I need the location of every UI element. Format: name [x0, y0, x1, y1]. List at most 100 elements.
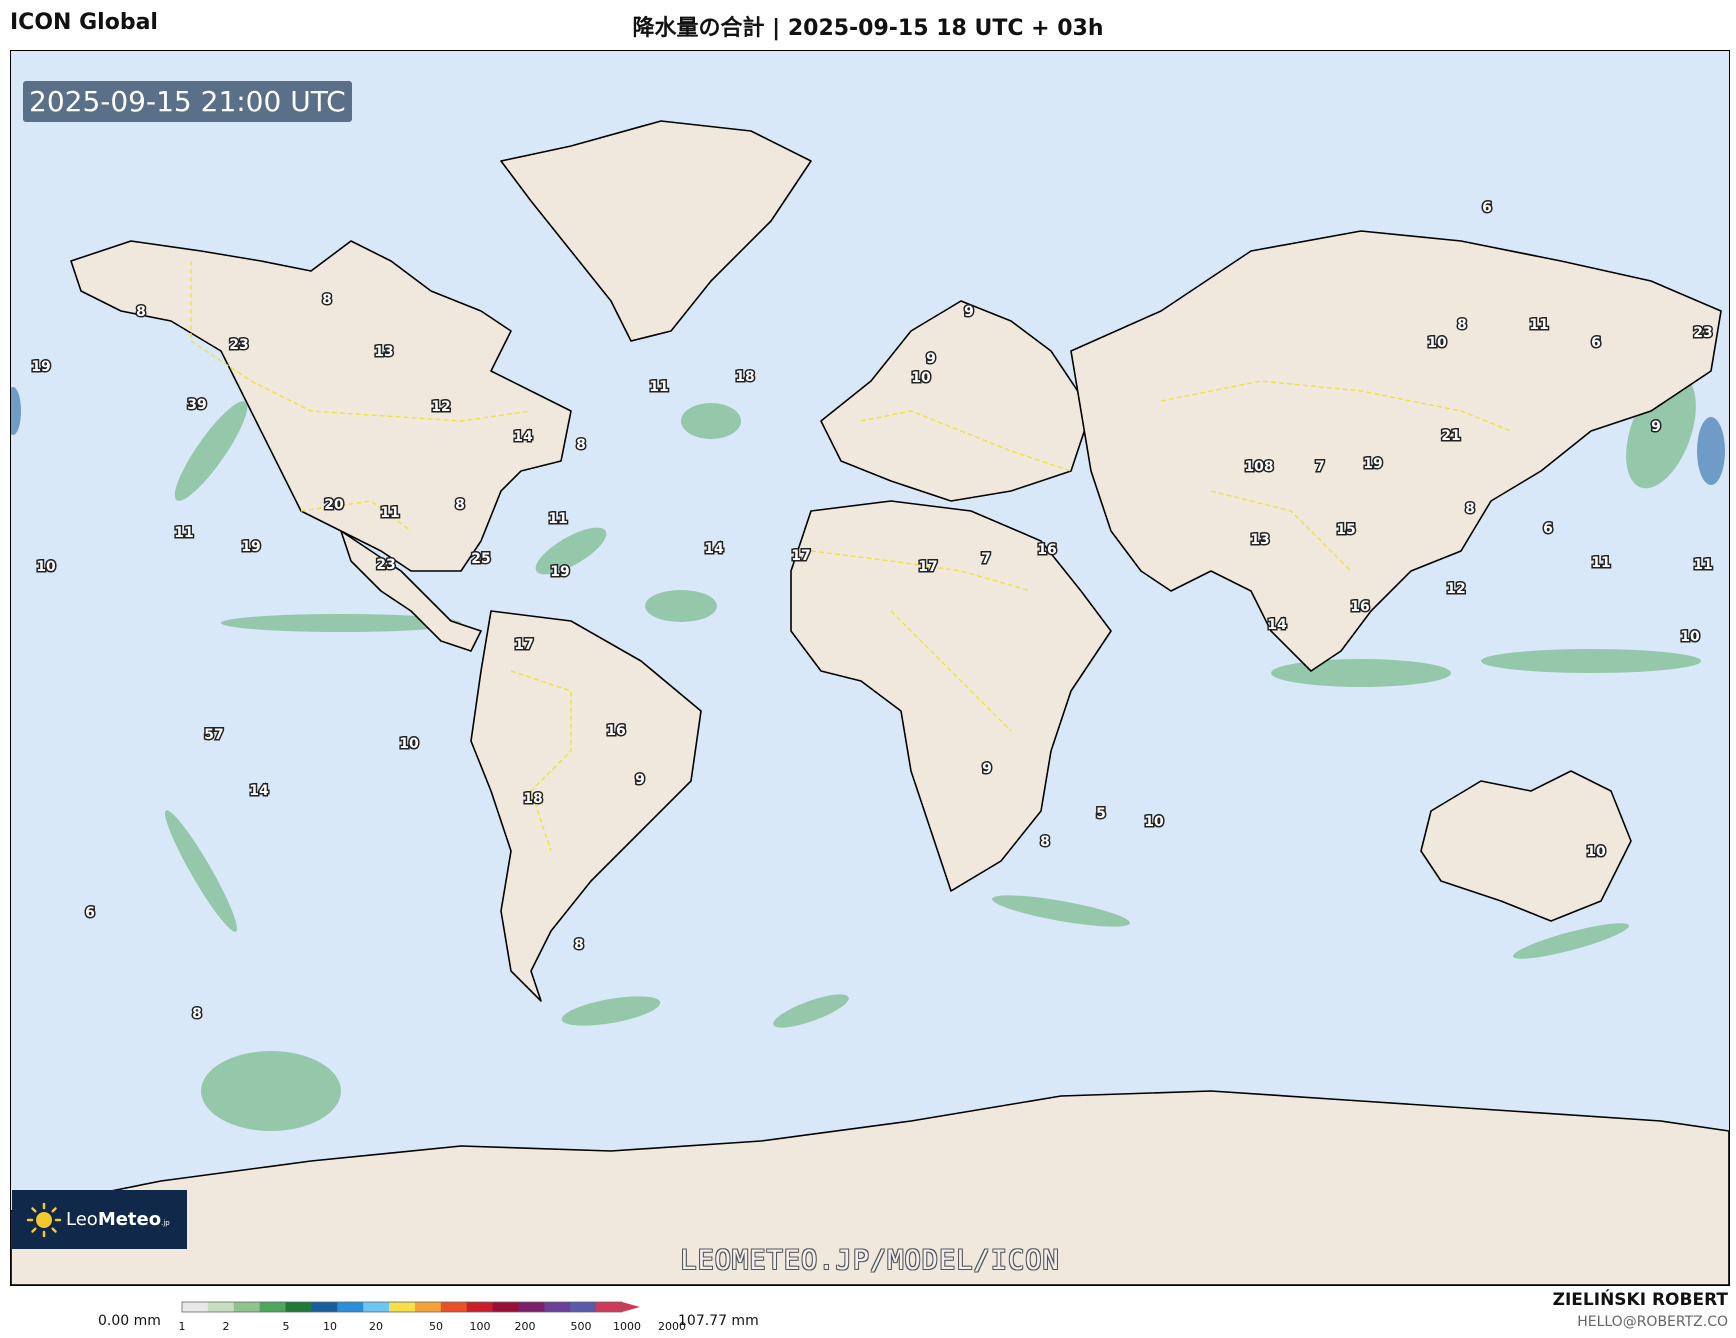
precip-value-label: 14: [1267, 617, 1287, 633]
colorbar-segment: [492, 1302, 519, 1312]
colorbar-tick-label: 500: [571, 1320, 592, 1333]
precip-value-label: 8: [455, 497, 465, 513]
precip-value-label: 11: [649, 379, 668, 395]
precip-value-label: 11: [548, 511, 567, 527]
precip-value-label: 12: [1446, 581, 1465, 597]
colorbar-segment: [207, 1302, 235, 1312]
colorbar-tick-label: 2: [223, 1320, 230, 1333]
precip-value-label: 12: [431, 399, 450, 415]
precip-value-label: 16: [1350, 599, 1369, 615]
precip-value-label: 11: [1693, 557, 1712, 573]
sun-icon: [26, 1202, 62, 1237]
precip-value-label: 9: [926, 351, 936, 367]
colorbar-extend-arrow: [622, 1302, 640, 1312]
precip-value-label: 8: [576, 437, 586, 453]
colorbar-segment: [311, 1302, 338, 1312]
colorbar-tick-label: 1: [179, 1320, 186, 1333]
colorbar-segment: [544, 1302, 571, 1312]
site-watermark: LEOMETEO.JP/MODEL/ICON: [680, 1245, 1060, 1276]
precip-value-label: 6: [85, 905, 95, 921]
precip-value-label: 10: [1586, 844, 1606, 860]
precip-value-label: 8: [136, 304, 146, 320]
colorbar-segment: [233, 1302, 261, 1312]
precip-value-label: 10: [1680, 629, 1700, 645]
colorbar-tick-label: 10: [323, 1320, 337, 1333]
precip-value-label: 8: [1465, 501, 1475, 517]
colorbar-segment: [363, 1302, 390, 1312]
precipitation-map[interactable]: 19 8 23 8 13 39 12 14 11 18 8 20 11 8 11 11 19 10 23 25 19 14…: [11, 51, 1729, 1285]
precip-value-label: 10: [36, 559, 56, 575]
precip-value-label: 25: [471, 551, 490, 567]
logo-wordmark: LeoMeteo.jp: [66, 1209, 170, 1230]
precip-value-label: 13: [374, 344, 393, 360]
precip-value-label: 11: [1591, 555, 1610, 571]
colorbar-segment: [389, 1302, 416, 1312]
map-title: 降水量の合計 | 2025-09-15 18 UTC + 03h: [632, 16, 1104, 41]
precip-value-label: 9: [982, 761, 992, 777]
colorbar-tick-label: 200: [515, 1320, 536, 1333]
precip-value-label: 23: [1693, 325, 1712, 341]
colorbar-segment: [337, 1302, 364, 1312]
colorbar-segment: [414, 1302, 442, 1312]
precip-value-label: 16: [606, 723, 625, 739]
precip-value-label: 7: [981, 551, 991, 567]
precip-value-label: 9: [1651, 419, 1661, 435]
precip-value-label: 11: [380, 505, 399, 521]
colorbar-tick-label: 20: [369, 1320, 383, 1333]
precip-value-label: 11: [1529, 317, 1548, 333]
precip-value-label: 19: [1363, 456, 1382, 472]
precip-value-label: 8: [322, 292, 332, 308]
precip-value-label: 18: [735, 369, 754, 385]
colorbar-segment: [182, 1302, 209, 1312]
colorbar-tick-label: 100: [470, 1320, 491, 1333]
leometeo-logo[interactable]: LeoMeteo.jp: [12, 1190, 187, 1249]
precip-value-label: 17: [514, 637, 533, 653]
precip-value-label: 8: [1040, 834, 1050, 850]
precip-value-label: 16: [1037, 542, 1056, 558]
precip-value-label: 10: [1144, 814, 1164, 830]
precip-value-label: 6: [1543, 521, 1553, 537]
precip-value-label: 5: [1096, 806, 1106, 822]
precip-value-label: 13: [1250, 532, 1269, 548]
precip-value-label: 19: [31, 359, 50, 375]
precip-value-label: 20: [324, 497, 344, 513]
precip-value-label: 9: [635, 772, 645, 788]
colorbar-segment: [570, 1302, 597, 1312]
precip-value-label: 23: [229, 337, 248, 353]
precip-value-label: 10: [911, 370, 931, 386]
precip-value-label: 18: [523, 791, 542, 807]
precip-value-label: 17: [791, 548, 810, 564]
legend-min-label: 0.00 mm: [98, 1313, 161, 1329]
precip-value-label: 57: [204, 727, 223, 743]
author-email[interactable]: HELLO@ROBERTZ.CO: [1577, 1314, 1728, 1330]
precip-value-label: 14: [249, 783, 269, 799]
precip-value-label: 8: [574, 937, 584, 953]
colorbar-segment: [596, 1302, 623, 1312]
map-panel[interactable]: 19 8 23 8 13 39 12 14 11 18 8 20 11 8 11 11 19 10 23 25 19 14…: [10, 50, 1730, 1286]
precip-value-label: 15: [1336, 522, 1355, 538]
precip-value-label: 14: [704, 541, 724, 557]
author-name: ZIELIŃSKI ROBERT: [1552, 1290, 1728, 1310]
colorbar-tick-label: 5: [283, 1320, 290, 1333]
precip-colorbar: 1 2 5 10 20 50 100 200 500 1000 2000: [179, 1301, 686, 1333]
colorbar-segment: [440, 1302, 468, 1312]
colorbar-tick-label: 1000: [613, 1320, 641, 1333]
precip-value-label: 19: [241, 539, 260, 555]
colorbar-segment: [259, 1302, 287, 1312]
precip-value-label: 17: [918, 559, 937, 575]
precip-value-label: 10: [1427, 335, 1447, 351]
colorbar-segment: [285, 1302, 312, 1312]
precip-value-label: 9: [964, 304, 974, 320]
precip-value-label: 21: [1441, 428, 1460, 444]
legend-max-label: 107.77 mm: [678, 1313, 759, 1329]
precip-value-label: 8: [192, 1006, 202, 1022]
precip-value-label: 14: [513, 429, 533, 445]
colorbar-segment: [518, 1302, 545, 1312]
precip-value-label: 10: [399, 736, 419, 752]
precip-value-label: 8: [1457, 317, 1467, 333]
colorbar-tick-label: 50: [429, 1320, 443, 1333]
colorbar-segment: [466, 1302, 494, 1312]
precip-value-label: 6: [1482, 200, 1492, 216]
precip-value-label: 19: [550, 564, 569, 580]
valid-time-badge: 2025-09-15 21:00 UTC: [23, 81, 352, 122]
